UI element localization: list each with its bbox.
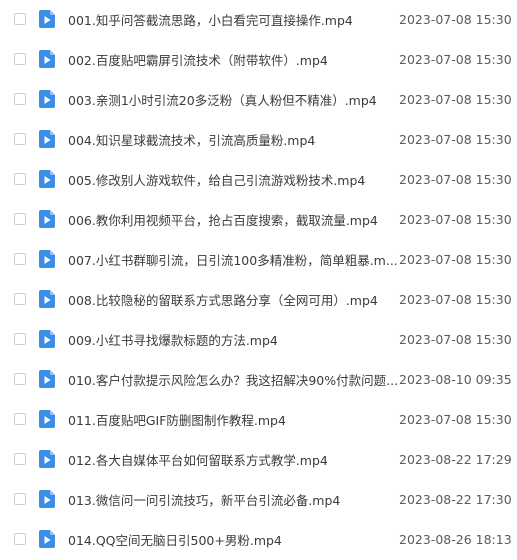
- file-date: 2023-08-22 17:30: [399, 491, 512, 507]
- row-checkbox[interactable]: [14, 333, 26, 345]
- video-file-icon: [39, 170, 55, 188]
- row-checkbox[interactable]: [14, 213, 26, 225]
- file-name[interactable]: 007.小红书群聊引流，日引流100多精准粉，简单粗暴.m...: [68, 250, 398, 269]
- video-file-icon: [39, 370, 55, 388]
- file-row[interactable]: 010.客户付款提示风险怎么办？我这招解决90%付款问题... 2023-08-1…: [0, 362, 517, 396]
- file-row[interactable]: 003.亲测1小时引流20多泛粉（真人粉但不精准）.mp4 2023-07-08 …: [0, 82, 517, 116]
- file-row[interactable]: 011.百度贴吧GIF防删图制作教程.mp4 2023-07-08 15:30: [0, 402, 517, 436]
- row-checkbox[interactable]: [14, 13, 26, 25]
- file-name[interactable]: 004.知识星球截流技术，引流高质量粉.mp4: [68, 130, 315, 149]
- row-checkbox[interactable]: [14, 533, 26, 545]
- file-date: 2023-07-08 15:30: [399, 211, 512, 227]
- row-checkbox[interactable]: [14, 53, 26, 65]
- video-file-icon: [39, 10, 55, 28]
- file-row[interactable]: 012.各大自媒体平台如何留联系方式教学.mp4 2023-08-22 17:29: [0, 442, 517, 476]
- file-row[interactable]: 009.小红书寻找爆款标题的方法.mp4 2023-07-08 15:30: [0, 322, 517, 356]
- row-checkbox[interactable]: [14, 293, 26, 305]
- row-checkbox[interactable]: [14, 173, 26, 185]
- file-row[interactable]: 001.知乎问答截流思路，小白看完可直接操作.mp4 2023-07-08 15:…: [0, 2, 517, 36]
- file-row[interactable]: 002.百度贴吧霸屏引流技术（附带软件）.mp4 2023-07-08 15:30: [0, 42, 517, 76]
- file-name[interactable]: 013.微信问一问引流技巧，新平台引流必备.mp4: [68, 490, 340, 509]
- file-name[interactable]: 014.QQ空间无脑日引500+男粉.mp4: [68, 530, 282, 549]
- file-name[interactable]: 005.修改别人游戏软件，给自己引流游戏粉技术.mp4: [68, 170, 365, 189]
- file-row[interactable]: 007.小红书群聊引流，日引流100多精准粉，简单粗暴.m... 2023-07-…: [0, 242, 517, 276]
- file-name[interactable]: 001.知乎问答截流思路，小白看完可直接操作.mp4: [68, 10, 353, 29]
- file-date: 2023-07-08 15:30: [399, 411, 512, 427]
- file-row[interactable]: 005.修改别人游戏软件，给自己引流游戏粉技术.mp4 2023-07-08 15…: [0, 162, 517, 196]
- row-checkbox[interactable]: [14, 133, 26, 145]
- video-file-icon: [39, 290, 55, 308]
- video-file-icon: [39, 490, 55, 508]
- file-name[interactable]: 010.客户付款提示风险怎么办？我这招解决90%付款问题...: [68, 370, 398, 389]
- video-file-icon: [39, 90, 55, 108]
- row-checkbox[interactable]: [14, 453, 26, 465]
- video-file-icon: [39, 250, 55, 268]
- file-name[interactable]: 011.百度贴吧GIF防删图制作教程.mp4: [68, 410, 286, 429]
- file-row[interactable]: 004.知识星球截流技术，引流高质量粉.mp4 2023-07-08 15:30: [0, 122, 517, 156]
- row-checkbox[interactable]: [14, 413, 26, 425]
- row-checkbox[interactable]: [14, 493, 26, 505]
- file-date: 2023-07-08 15:30: [399, 51, 512, 67]
- file-name[interactable]: 002.百度贴吧霸屏引流技术（附带软件）.mp4: [68, 50, 328, 69]
- file-date: 2023-07-08 15:30: [399, 131, 512, 147]
- file-list: 001.知乎问答截流思路，小白看完可直接操作.mp4 2023-07-08 15:…: [0, 0, 517, 560]
- video-file-icon: [39, 410, 55, 428]
- file-date: 2023-07-08 15:30: [399, 291, 512, 307]
- row-checkbox[interactable]: [14, 93, 26, 105]
- file-name[interactable]: 003.亲测1小时引流20多泛粉（真人粉但不精准）.mp4: [68, 90, 377, 109]
- video-file-icon: [39, 130, 55, 148]
- file-date: 2023-07-08 15:30: [399, 251, 512, 267]
- file-row[interactable]: 006.教你利用视频平台，抢占百度搜索，截取流量.mp4 2023-07-08 1…: [0, 202, 517, 236]
- row-checkbox[interactable]: [14, 373, 26, 385]
- file-date: 2023-07-08 15:30: [399, 331, 512, 347]
- video-file-icon: [39, 330, 55, 348]
- video-file-icon: [39, 450, 55, 468]
- file-name[interactable]: 012.各大自媒体平台如何留联系方式教学.mp4: [68, 450, 328, 469]
- file-row[interactable]: 014.QQ空间无脑日引500+男粉.mp4 2023-08-26 18:13: [0, 522, 517, 556]
- video-file-icon: [39, 530, 55, 548]
- video-file-icon: [39, 50, 55, 68]
- file-date: 2023-07-08 15:30: [399, 171, 512, 187]
- file-date: 2023-08-10 09:35: [399, 371, 512, 387]
- file-name[interactable]: 008.比较隐秘的留联系方式思路分享（全网可用）.mp4: [68, 290, 378, 309]
- file-date: 2023-07-08 15:30: [399, 11, 512, 27]
- row-checkbox[interactable]: [14, 253, 26, 265]
- file-name[interactable]: 009.小红书寻找爆款标题的方法.mp4: [68, 330, 278, 349]
- file-date: 2023-07-08 15:30: [399, 91, 512, 107]
- video-file-icon: [39, 210, 55, 228]
- file-date: 2023-08-26 18:13: [399, 531, 512, 547]
- file-date: 2023-08-22 17:29: [399, 451, 512, 467]
- file-row[interactable]: 013.微信问一问引流技巧，新平台引流必备.mp4 2023-08-22 17:3…: [0, 482, 517, 516]
- file-row[interactable]: 008.比较隐秘的留联系方式思路分享（全网可用）.mp4 2023-07-08 1…: [0, 282, 517, 316]
- file-name[interactable]: 006.教你利用视频平台，抢占百度搜索，截取流量.mp4: [68, 210, 378, 229]
